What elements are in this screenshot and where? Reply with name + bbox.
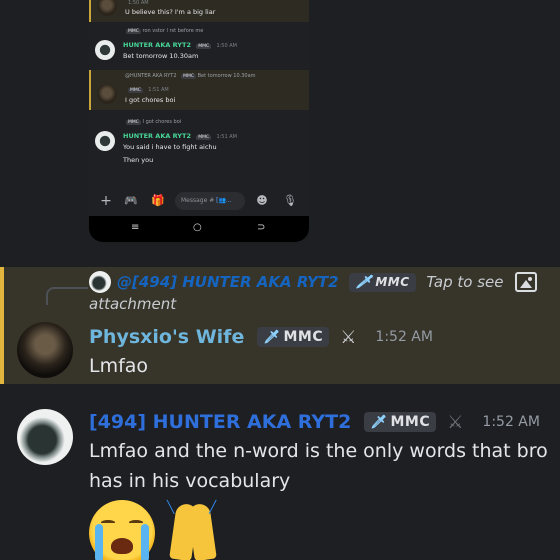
plus-icon[interactable]: +	[99, 194, 113, 208]
reply-preview: @HUNTER AKA RYT2 MMC Bet tomorrow 10.30a…	[125, 73, 256, 79]
message-text: You said i have to fight aichu	[123, 143, 217, 151]
sword-icon: ⚔	[340, 326, 357, 348]
message-text: Then you	[123, 156, 154, 164]
role-badge: MMC	[126, 29, 141, 34]
sword-badge-icon: 🗡	[370, 415, 388, 430]
avatar	[97, 0, 117, 16]
back-icon[interactable]: ⊃	[257, 222, 265, 233]
reply-username: @HUNTER AKA RYT2	[125, 73, 177, 79]
badge-label: MMC	[375, 275, 410, 289]
message-text: has in his vocabulary	[89, 470, 291, 492]
avatar[interactable]	[17, 322, 73, 378]
message-header: Physxio's Wife 🗡 MMC ⚔ 1:52 AM	[89, 326, 433, 348]
reply-preview[interactable]: @[494] HUNTER AKA RYT2 🗡 MMC Tap to see	[117, 273, 504, 292]
phone-message: MMC ron vstor l rst before me HUNTER AKA…	[89, 26, 309, 66]
gamepad-icon[interactable]: 🎮	[124, 194, 138, 208]
reply-text: Bet tomorrow 10.30am	[197, 73, 256, 79]
timestamp: 1:50 AM	[216, 43, 237, 49]
reply-connector	[46, 287, 88, 305]
role-badge: MMC	[196, 135, 212, 140]
phone-message-header: MMC 1:51 AM	[125, 85, 169, 93]
username: HUNTER AKA RYT2	[123, 132, 191, 140]
phone-message: @HUNTER AKA RYT2 MMC Bet tomorrow 10.30a…	[89, 70, 309, 110]
role-badge: 🗡 MMC	[257, 327, 330, 347]
loudly-crying-face-emoji	[89, 500, 155, 560]
username[interactable]: Physxio's Wife	[89, 326, 244, 348]
reply-text: ron vstor l rst before me	[142, 28, 204, 34]
avatar[interactable]	[17, 409, 73, 465]
timestamp: 1:52 AM	[375, 329, 433, 345]
timestamp: 1:51 AM	[216, 134, 237, 140]
role-badge: 🗡 MMC	[349, 273, 416, 292]
message-text: U believe this? I'm a big liar	[125, 8, 216, 16]
sword-icon: ⚔	[447, 411, 464, 433]
reply-text: Tap to see	[426, 273, 504, 291]
phone-message-header: HUNTER AKA RYT2 MMC 1:51 AM	[123, 132, 237, 140]
avatar	[95, 40, 115, 60]
timestamp: 1:51 AM	[148, 87, 169, 93]
message-header: [494] HUNTER AKA RYT2 🗡 MMC ⚔ 1:52 AM	[89, 411, 540, 433]
username: HUNTER AKA RYT2	[123, 41, 191, 49]
reply-attachment-text: attachment	[89, 295, 177, 313]
sword-badge-icon: 🗡	[355, 275, 373, 290]
input-placeholder: Message #	[181, 197, 215, 204]
input-channel: [👥...	[216, 197, 232, 204]
badge-label: MMC	[283, 329, 324, 345]
phone-message: 1:50 AM U believe this? I'm a big liar	[89, 0, 309, 22]
mic-icon[interactable]: 🎙	[283, 194, 297, 208]
sword-badge-icon: 🗡	[263, 330, 281, 345]
phone-message-header: HUNTER AKA RYT2 MMC 1:50 AM	[123, 41, 237, 49]
phone-message: MMC I got chores boi HUNTER AKA RYT2 MMC…	[89, 116, 309, 172]
phone-nav-bar: ≡ ○ ⊃	[89, 216, 309, 242]
reply-preview: MMC I got chores boi	[123, 119, 181, 125]
role-badge: 🗡 MMC	[364, 412, 437, 432]
username[interactable]: [494] HUNTER AKA RYT2	[89, 411, 351, 433]
reply-username[interactable]: @[494] HUNTER AKA RYT2	[117, 273, 339, 291]
role-badge: MMC	[196, 44, 212, 49]
message-text: Lmfao and the n-word is the only words t…	[89, 440, 548, 462]
emoji-icon[interactable]: ☻	[255, 194, 269, 208]
avatar	[95, 131, 115, 151]
timestamp: 1:50 AM	[128, 0, 149, 6]
image-icon[interactable]	[515, 272, 537, 292]
phone-input-bar: + 🎮 🎁 Message # [👥... ☻ 🎙	[89, 188, 309, 214]
reply-avatar	[89, 271, 111, 293]
role-badge: MMC	[181, 74, 197, 79]
avatar	[97, 84, 117, 104]
recents-icon[interactable]: ≡	[131, 222, 139, 233]
phone-screenshot: 1:50 AM U believe this? I'm a big liar M…	[89, 0, 309, 242]
message-text: Bet tomorrow 10.30am	[123, 52, 199, 60]
reply-preview: MMC ron vstor l rst before me	[123, 28, 203, 34]
badge-label: MMC	[390, 414, 431, 430]
role-badge: MMC	[128, 88, 143, 93]
message-text: Lmfao	[89, 355, 149, 377]
home-icon[interactable]: ○	[193, 222, 202, 233]
phone-chat-pane: 1:50 AM U believe this? I'm a big liar M…	[89, 0, 309, 185]
timestamp: 1:52 AM	[482, 414, 540, 430]
folded-hands-emoji: ╲ ╱	[163, 500, 223, 560]
message-input[interactable]: Message # [👥...	[175, 192, 245, 210]
message-text: I got chores boi	[125, 96, 176, 104]
reply-text: I got chores boi	[142, 119, 182, 125]
gift-icon[interactable]: 🎁	[151, 194, 165, 208]
phone-message-header: 1:50 AM	[125, 0, 149, 6]
role-badge: MMC	[126, 120, 141, 125]
